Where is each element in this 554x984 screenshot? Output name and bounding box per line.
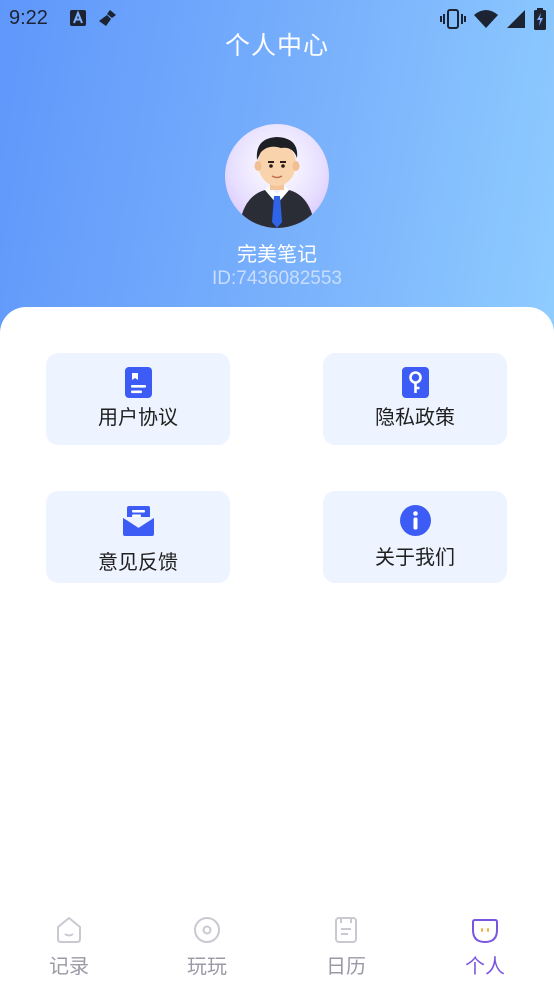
notebook-icon xyxy=(332,916,360,944)
menu-item-label: 关于我们 xyxy=(375,545,455,569)
key-icon xyxy=(400,367,431,398)
mail-icon xyxy=(122,505,155,536)
menu-item-label: 隐私政策 xyxy=(375,405,455,429)
tab-play[interactable]: 玩玩 xyxy=(138,906,276,984)
user-agreement-card[interactable]: 用户协议 xyxy=(46,353,230,445)
user-id: ID:7436082553 xyxy=(212,268,342,289)
tab-label: 记录 xyxy=(49,954,89,978)
document-icon xyxy=(123,367,154,398)
tab-label: 个人 xyxy=(465,954,505,978)
menu-item-label: 意见反馈 xyxy=(98,550,178,574)
privacy-policy-card[interactable]: 隐私政策 xyxy=(323,353,507,445)
tab-label: 玩玩 xyxy=(187,954,227,978)
businessman-avatar-icon xyxy=(239,137,315,228)
tab-calendar[interactable]: 日历 xyxy=(277,906,415,984)
chat-face-icon xyxy=(471,916,499,944)
avatar[interactable] xyxy=(225,124,329,228)
info-icon xyxy=(400,505,431,536)
menu-item-label: 用户协议 xyxy=(98,405,178,429)
page-title: 个人中心 xyxy=(224,31,329,60)
tab-profile[interactable]: 个人 xyxy=(416,906,554,984)
username: 完美笔记 xyxy=(237,242,317,266)
bottom-tab-bar: 记录 玩玩 日历 个人 xyxy=(0,906,554,984)
about-us-card[interactable]: 关于我们 xyxy=(323,491,507,583)
tab-records[interactable]: 记录 xyxy=(0,906,138,984)
disc-icon xyxy=(193,916,221,944)
feedback-card[interactable]: 意见反馈 xyxy=(46,491,230,583)
tab-label: 日历 xyxy=(326,954,366,978)
home-icon xyxy=(55,916,83,944)
